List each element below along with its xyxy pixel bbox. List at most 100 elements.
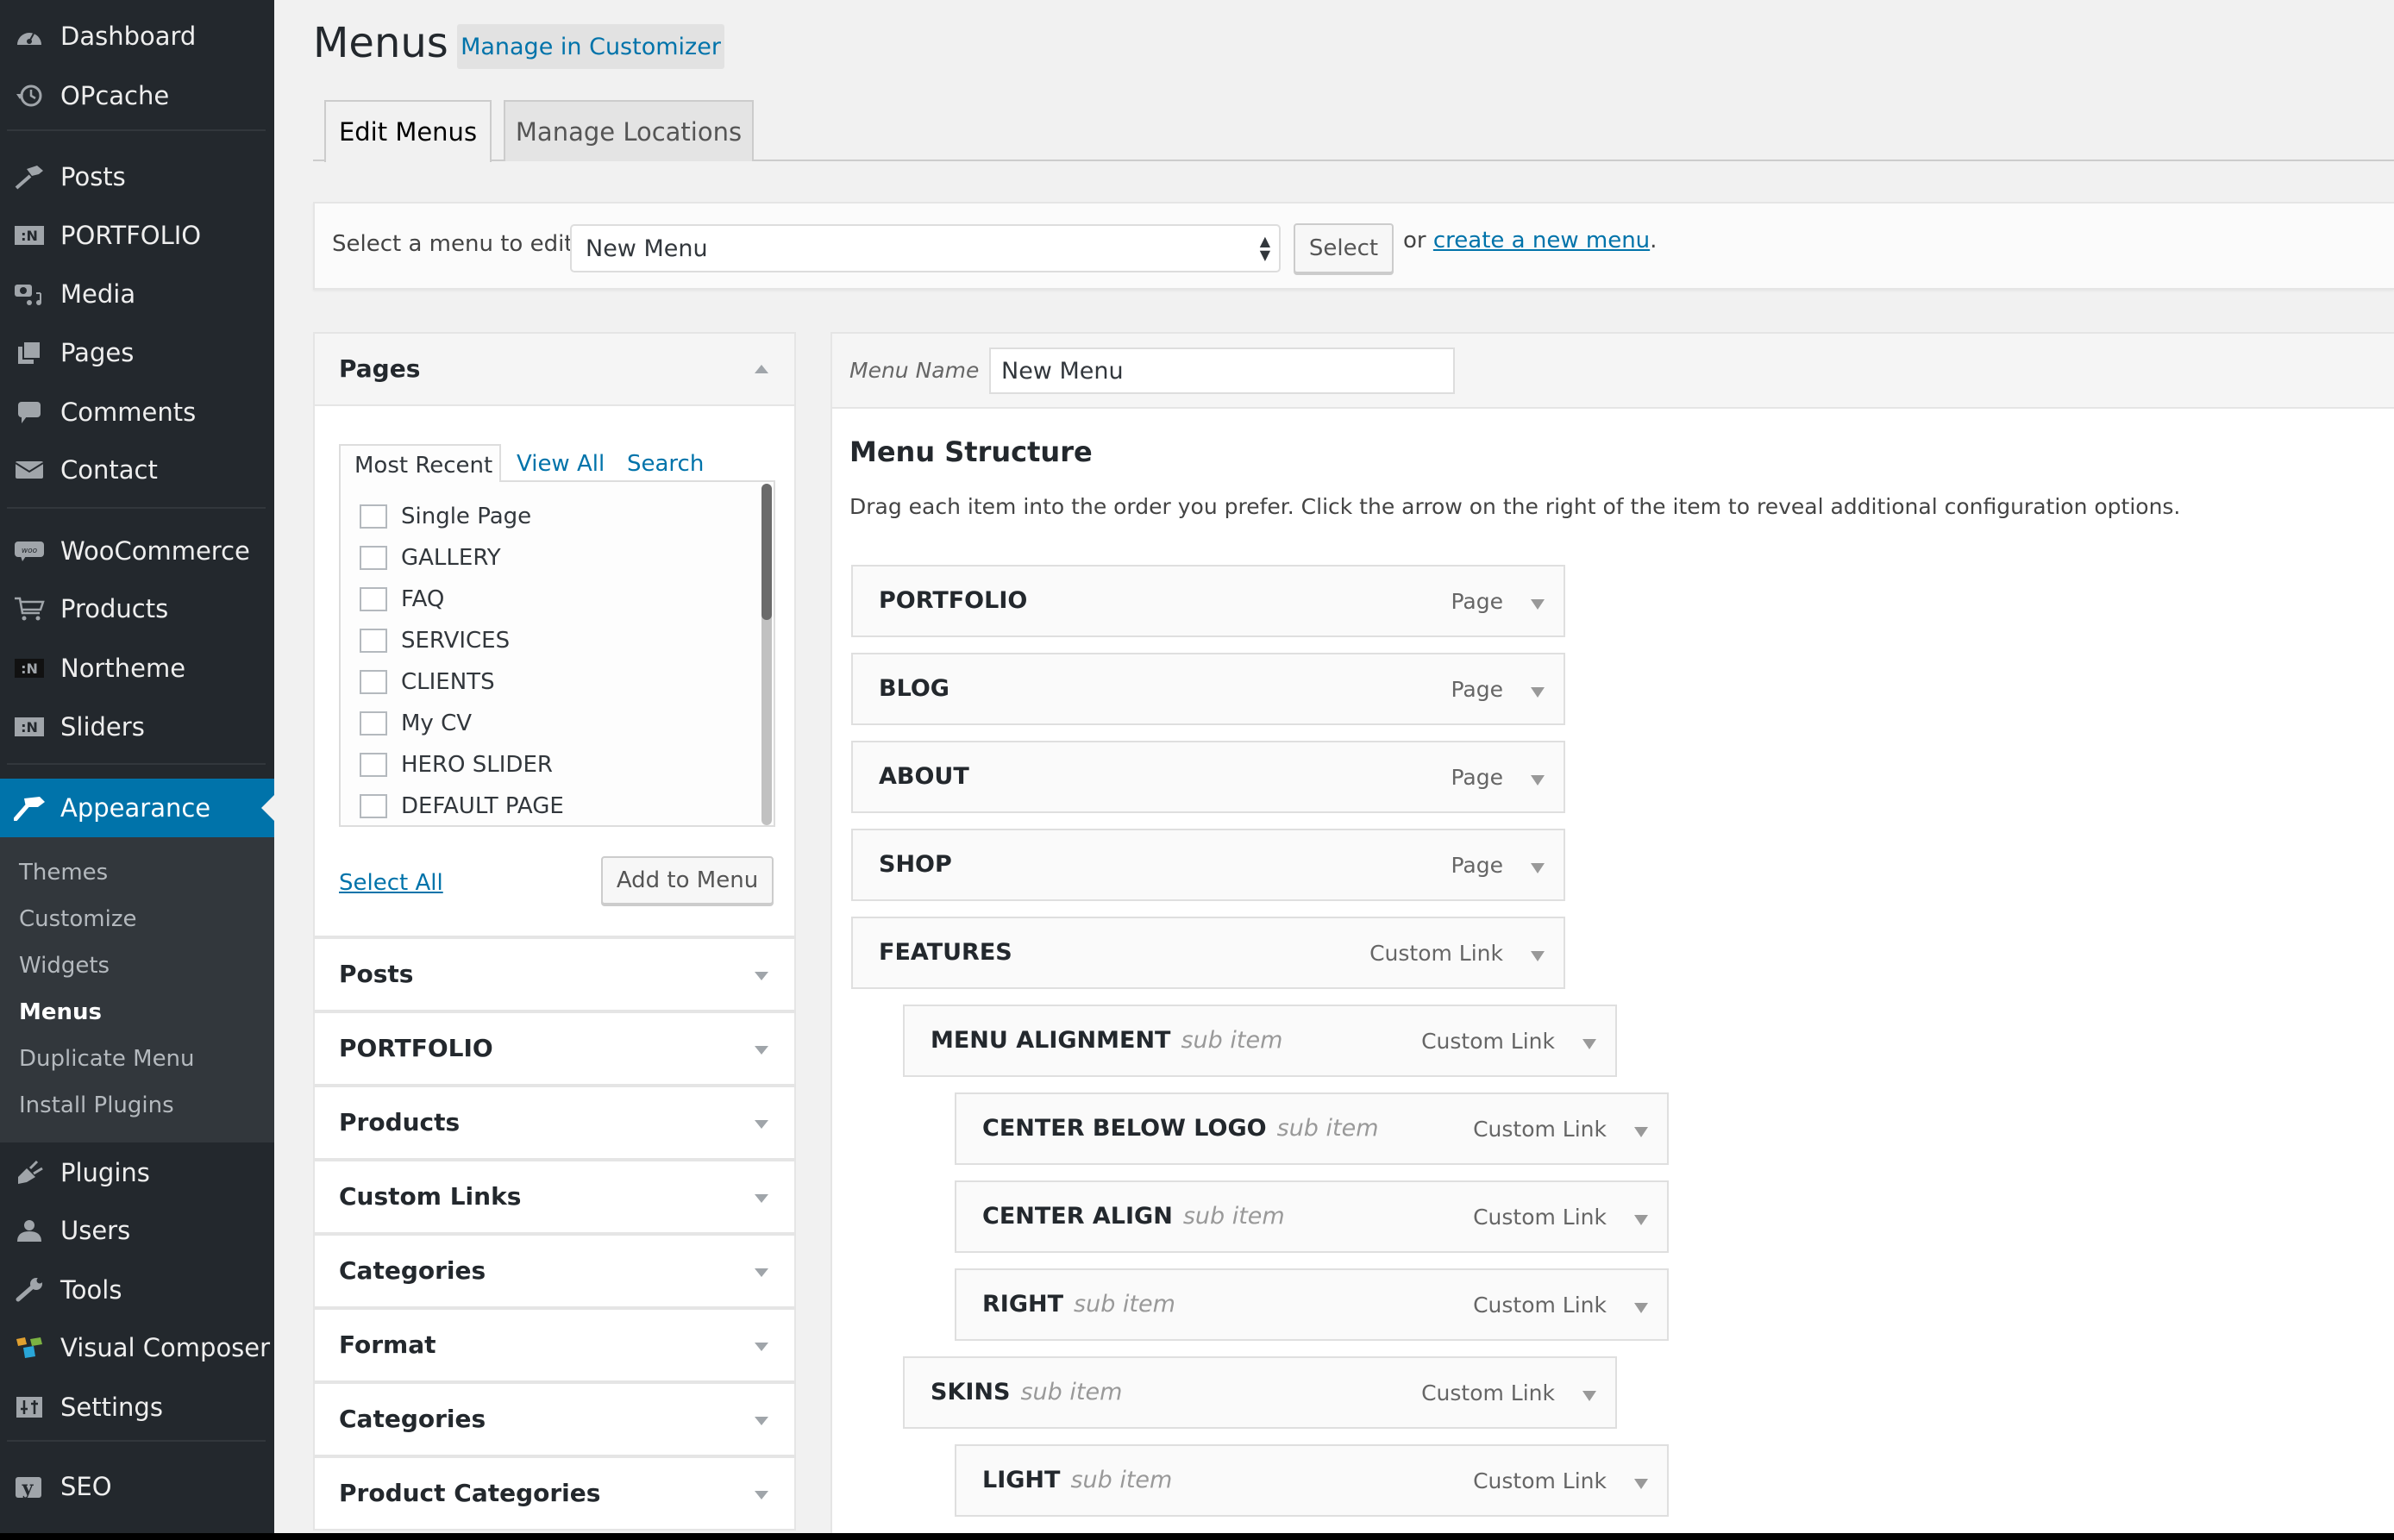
create-menu-text: or create a new menu. <box>1403 228 1657 254</box>
expand-arrow-icon[interactable] <box>755 1343 768 1351</box>
expand-arrow-icon[interactable] <box>1582 1039 1596 1049</box>
accordion-custom-links[interactable]: Custom Links <box>313 1160 796 1234</box>
page-checkbox-row[interactable]: HERO SLIDER <box>360 748 553 782</box>
checklist-scrollbar[interactable] <box>761 484 772 825</box>
page-checkbox-row[interactable]: Single Page <box>360 499 531 534</box>
submenu-item-duplicate-menu[interactable]: Duplicate Menu <box>19 1046 195 1072</box>
menu-item[interactable]: PORTFOLIO Page <box>851 565 1565 637</box>
page-checkbox-row[interactable]: DEFAULT PAGE <box>360 789 564 823</box>
expand-arrow-icon[interactable] <box>1531 775 1545 786</box>
scrollbar-thumb[interactable] <box>761 484 772 620</box>
sidebar-item-seo[interactable]: y SEO <box>0 1460 274 1513</box>
sidebar-item-sliders[interactable]: :N Sliders <box>0 700 274 754</box>
menu-item[interactable]: ABOUT Page <box>851 741 1565 813</box>
checkbox[interactable] <box>360 794 387 818</box>
sub-item-label: sub item <box>1074 1291 1175 1318</box>
menu-item[interactable]: BLOG Page <box>851 653 1565 725</box>
tab-edit-menus[interactable]: Edit Menus <box>324 100 492 162</box>
select-menu-button[interactable]: Select <box>1294 223 1394 273</box>
sidebar-item-portfolio[interactable]: :N PORTFOLIO <box>0 209 274 262</box>
menu-item-title: BLOG <box>879 675 949 702</box>
menu-item[interactable]: RIGHT sub item Custom Link <box>955 1268 1669 1341</box>
expand-arrow-icon[interactable] <box>755 1120 768 1129</box>
page-checkbox-row[interactable]: My CV <box>360 706 472 741</box>
page-checkbox-row[interactable]: SERVICES <box>360 623 510 658</box>
sidebar-item-northeme[interactable]: :N Northeme <box>0 642 274 695</box>
menu-item[interactable]: MENU ALIGNMENT sub item Custom Link <box>903 1005 1617 1077</box>
manage-in-customizer-button[interactable]: Manage in Customizer <box>457 24 724 69</box>
submenu-item-install-plugins[interactable]: Install Plugins <box>19 1092 174 1118</box>
checkbox[interactable] <box>360 546 387 570</box>
checkbox[interactable] <box>360 670 387 694</box>
menu-item[interactable]: CENTER ALIGN sub item Custom Link <box>955 1180 1669 1253</box>
checkbox[interactable] <box>360 753 387 777</box>
sidebar-item-pages[interactable]: Pages <box>0 326 274 379</box>
menu-select-dropdown[interactable]: New Menu ▲ ▼ <box>570 224 1281 272</box>
menu-item[interactable]: FEATURES Custom Link <box>851 917 1565 989</box>
menu-name-input[interactable] <box>989 347 1455 394</box>
expand-arrow-icon[interactable] <box>1531 951 1545 961</box>
expand-arrow-icon[interactable] <box>755 1046 768 1055</box>
sidebar-item-media[interactable]: Media <box>0 267 274 321</box>
menu-item[interactable]: SKINS sub item Custom Link <box>903 1356 1617 1429</box>
tab-search[interactable]: Search <box>627 444 704 480</box>
accordion-portfolio[interactable]: PORTFOLIO <box>313 1011 796 1086</box>
sidebar-item-settings[interactable]: Settings <box>0 1380 274 1434</box>
expand-arrow-icon[interactable] <box>755 1268 768 1277</box>
expand-arrow-icon[interactable] <box>1634 1479 1648 1489</box>
collapse-arrow-icon[interactable] <box>755 365 768 373</box>
expand-arrow-icon[interactable] <box>1531 687 1545 698</box>
sidebar-item-dashboard[interactable]: Dashboard <box>0 9 274 63</box>
sidebar-item-opcache[interactable]: OPcache <box>0 69 274 122</box>
sidebar-item-comments[interactable]: Comments <box>0 385 274 439</box>
sidebar-item-plugins[interactable]: Plugins <box>0 1146 274 1199</box>
page-checkbox-row[interactable]: GALLERY <box>360 541 501 575</box>
expand-arrow-icon[interactable] <box>755 972 768 980</box>
submenu-item-widgets[interactable]: Widgets <box>19 953 110 979</box>
submenu-item-themes[interactable]: Themes <box>19 860 108 886</box>
sidebar-item-visual-composer[interactable]: Visual Composer <box>0 1321 274 1374</box>
expand-arrow-icon[interactable] <box>755 1491 768 1499</box>
pages-accordion-header[interactable]: Pages <box>315 334 794 406</box>
sidebar-item-label: Appearance <box>60 793 211 823</box>
tab-view-all[interactable]: View All <box>517 444 605 480</box>
page-checkbox-row[interactable]: FAQ <box>360 582 444 617</box>
menu-item[interactable]: LIGHT sub item Custom Link <box>955 1444 1669 1517</box>
accordion-posts[interactable]: Posts <box>313 937 796 1011</box>
accordion-products[interactable]: Products <box>313 1086 796 1160</box>
checkbox[interactable] <box>360 711 387 736</box>
accordion-format[interactable]: Format <box>313 1308 796 1382</box>
expand-arrow-icon[interactable] <box>1634 1215 1648 1225</box>
expand-arrow-icon[interactable] <box>1582 1391 1596 1401</box>
select-all-link[interactable]: Select All <box>339 870 443 896</box>
tab-manage-locations[interactable]: Manage Locations <box>504 100 754 161</box>
tab-most-recent[interactable]: Most Recent <box>339 444 501 482</box>
sidebar-item-posts[interactable]: Posts <box>0 150 274 203</box>
woo-icon: woo <box>14 535 45 567</box>
menu-item[interactable]: SHOP Page <box>851 829 1565 901</box>
submenu-item-menus[interactable]: Menus <box>19 999 102 1025</box>
expand-arrow-icon[interactable] <box>1531 863 1545 873</box>
sidebar-item-contact[interactable]: Contact <box>0 443 274 497</box>
expand-arrow-icon[interactable] <box>1531 599 1545 610</box>
sidebar-item-products[interactable]: Products <box>0 582 274 635</box>
checkbox[interactable] <box>360 504 387 529</box>
accordion-categories-2[interactable]: Categories <box>313 1382 796 1456</box>
expand-arrow-icon[interactable] <box>1634 1127 1648 1137</box>
checkbox[interactable] <box>360 587 387 611</box>
submenu-item-customize[interactable]: Customize <box>19 906 136 932</box>
expand-arrow-icon[interactable] <box>1634 1303 1648 1313</box>
expand-arrow-icon[interactable] <box>755 1417 768 1425</box>
sidebar-item-users[interactable]: Users <box>0 1204 274 1257</box>
sidebar-item-appearance[interactable]: Appearance <box>0 779 274 837</box>
page-checkbox-row[interactable]: CLIENTS <box>360 665 495 699</box>
accordion-product-categories[interactable]: Product Categories <box>313 1456 796 1531</box>
accordion-categories[interactable]: Categories <box>313 1234 796 1308</box>
menu-item[interactable]: CENTER BELOW LOGO sub item Custom Link <box>955 1092 1669 1165</box>
checkbox[interactable] <box>360 629 387 653</box>
sidebar-item-tools[interactable]: Tools <box>0 1263 274 1317</box>
sidebar-item-woocommerce[interactable]: woo WooCommerce <box>0 524 274 578</box>
add-to-menu-button[interactable]: Add to Menu <box>601 856 774 905</box>
expand-arrow-icon[interactable] <box>755 1194 768 1203</box>
create-new-menu-link[interactable]: create a new menu <box>1433 228 1650 254</box>
